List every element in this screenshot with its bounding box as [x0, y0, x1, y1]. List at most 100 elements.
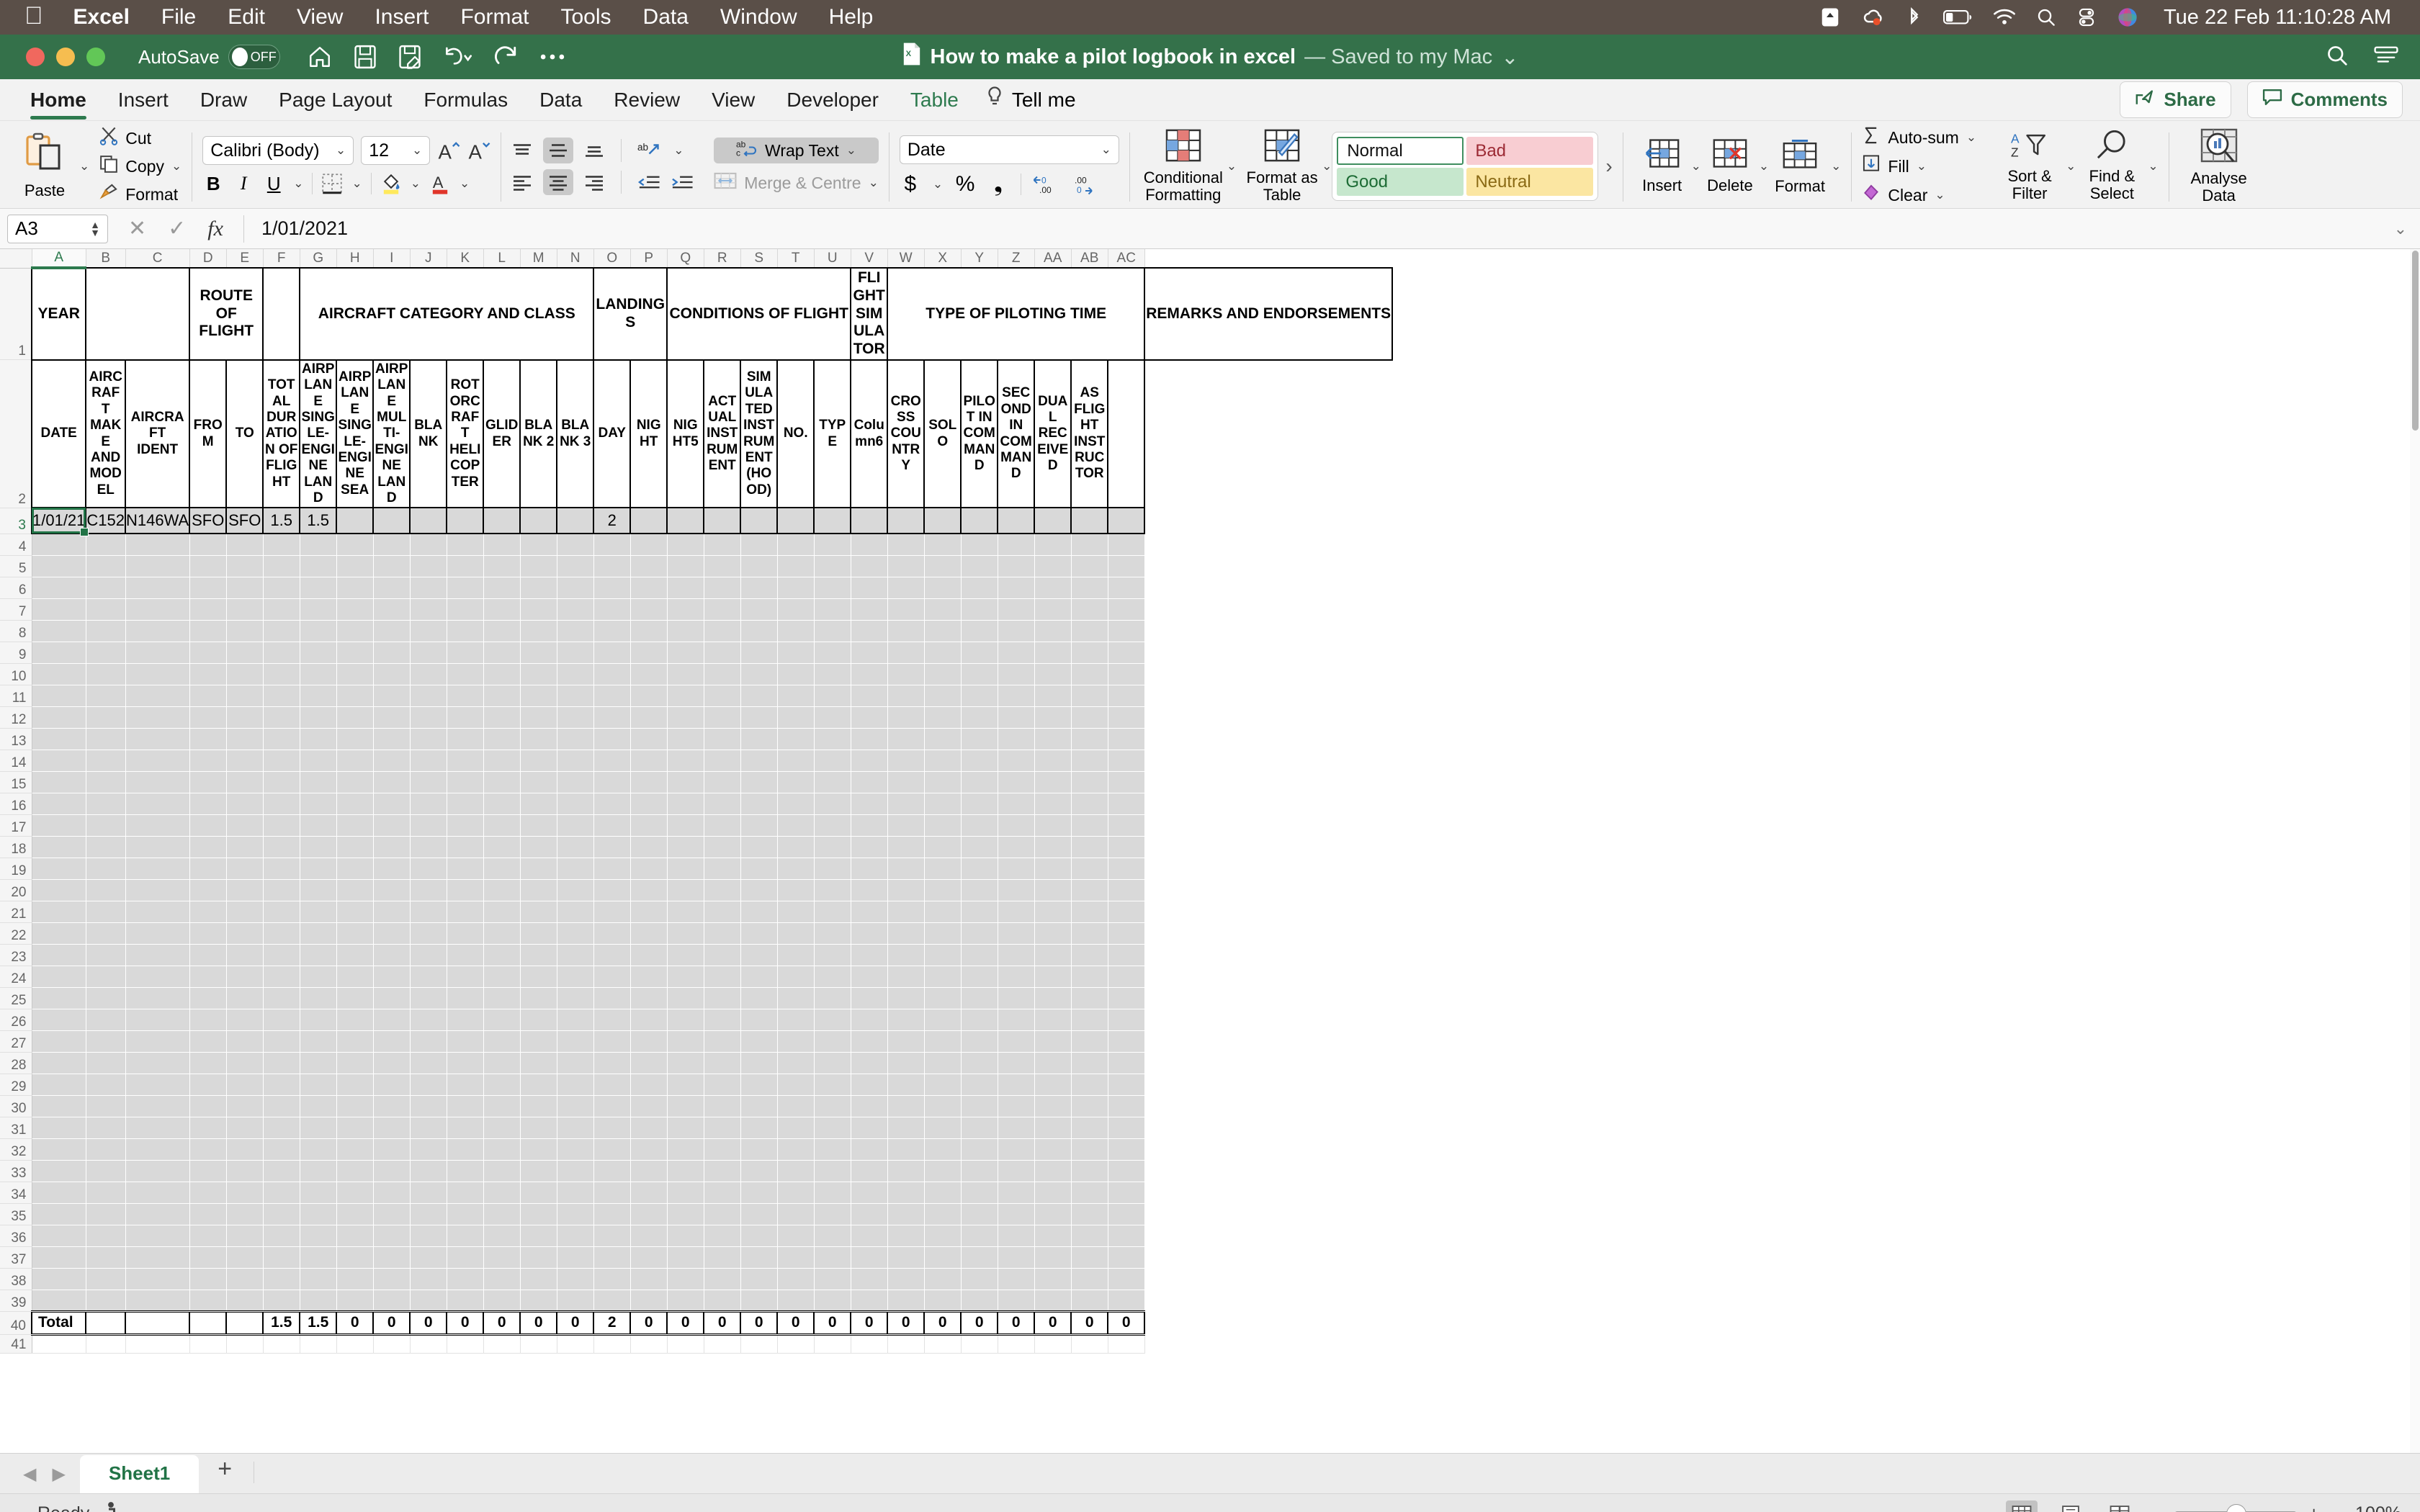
page-layout-icon[interactable]: [2055, 1500, 2087, 1512]
cell-r5-c1[interactable]: [86, 555, 126, 577]
cell-r37-c27[interactable]: [1071, 1246, 1108, 1269]
column-header-h[interactable]: H: [336, 249, 374, 269]
cell-r25-c9[interactable]: [410, 987, 447, 1009]
cell-r24-c21[interactable]: [851, 966, 888, 988]
cell-r32-c21[interactable]: [851, 1138, 888, 1161]
cell-r22-c27[interactable]: [1071, 922, 1108, 945]
column-title-5[interactable]: TOTAL DURATION OF FLIGHT: [262, 359, 301, 509]
cell-r33-c9[interactable]: [410, 1160, 447, 1182]
cell-r21-c20[interactable]: [814, 901, 851, 923]
cell-r41-c15[interactable]: [630, 1334, 668, 1354]
cell-r29-c10[interactable]: [447, 1074, 484, 1096]
header-band-4[interactable]: AIRCRAFT CATEGORY AND CLASS: [299, 267, 595, 361]
cell-r19-c15[interactable]: [630, 858, 668, 880]
cell-r38-c16[interactable]: [667, 1268, 704, 1290]
tab-home[interactable]: Home: [14, 79, 102, 121]
cell-r4-c12[interactable]: [520, 534, 557, 556]
cell-r5-c9[interactable]: [410, 555, 447, 577]
column-title-2[interactable]: AIRCRAFT IDENT: [124, 359, 191, 509]
cell-r33-c27[interactable]: [1071, 1160, 1108, 1182]
cell-r20-c27[interactable]: [1071, 879, 1108, 901]
cell-r27-c10[interactable]: [447, 1030, 484, 1053]
column-header-o[interactable]: O: [593, 249, 631, 269]
row-header-24[interactable]: 24: [0, 966, 32, 988]
cell-r4-c9[interactable]: [410, 534, 447, 556]
cell-r16-c21[interactable]: [851, 793, 888, 815]
cell-r3-c7[interactable]: [336, 507, 375, 535]
cell-r6-c6[interactable]: [300, 577, 337, 599]
cell-r24-c26[interactable]: [1034, 966, 1072, 988]
cell-r9-c9[interactable]: [410, 642, 447, 664]
cell-r36-c16[interactable]: [667, 1225, 704, 1247]
cell-r20-c10[interactable]: [447, 879, 484, 901]
cell-r3-c6[interactable]: 1.5: [299, 507, 338, 535]
cell-r15-c21[interactable]: [851, 771, 888, 793]
cell-r35-c19[interactable]: [777, 1203, 815, 1225]
cell-r24-c4[interactable]: [226, 966, 264, 988]
cell-r14-c15[interactable]: [630, 750, 668, 772]
cell-r37-c20[interactable]: [814, 1246, 851, 1269]
cell-r16-c1[interactable]: [86, 793, 126, 815]
cell-r13-c15[interactable]: [630, 728, 668, 750]
cell-r8-c4[interactable]: [226, 620, 264, 642]
cell-r18-c28[interactable]: [1108, 836, 1145, 858]
cell-r35-c11[interactable]: [483, 1203, 521, 1225]
cell-r20-c19[interactable]: [777, 879, 815, 901]
cell-r30-c2[interactable]: [125, 1095, 190, 1117]
cell-r8-c16[interactable]: [667, 620, 704, 642]
cell-r10-c22[interactable]: [887, 663, 925, 685]
cell-r5-c19[interactable]: [777, 555, 815, 577]
cell-r9-c17[interactable]: [704, 642, 741, 664]
cell-r15-c16[interactable]: [667, 771, 704, 793]
cell-r35-c18[interactable]: [740, 1203, 778, 1225]
cell-r41-c8[interactable]: [373, 1334, 411, 1354]
cell-r23-c18[interactable]: [740, 944, 778, 966]
cell-r35-c6[interactable]: [300, 1203, 337, 1225]
cell-r8-c22[interactable]: [887, 620, 925, 642]
cell-r15-c10[interactable]: [447, 771, 484, 793]
column-header-aa[interactable]: AA: [1034, 249, 1072, 269]
cell-r26-c19[interactable]: [777, 1009, 815, 1031]
total-cell-c21[interactable]: 0: [850, 1310, 889, 1336]
cell-r28-c3[interactable]: [189, 1052, 227, 1074]
cell-r15-c12[interactable]: [520, 771, 557, 793]
cell-r34-c28[interactable]: [1108, 1182, 1145, 1204]
cell-r7-c14[interactable]: [593, 598, 631, 621]
cell-r25-c24[interactable]: [961, 987, 998, 1009]
cell-r7-c5[interactable]: [263, 598, 300, 621]
cell-r18-c22[interactable]: [887, 836, 925, 858]
clear-chevron-down-icon[interactable]: ⌄: [1935, 188, 1945, 202]
cell-r36-c27[interactable]: [1071, 1225, 1108, 1247]
cell-r5-c14[interactable]: [593, 555, 631, 577]
cell-r24-c17[interactable]: [704, 966, 741, 988]
cell-r6-c22[interactable]: [887, 577, 925, 599]
comments-button[interactable]: Comments: [2246, 81, 2403, 118]
cell-r9-c25[interactable]: [998, 642, 1035, 664]
cell-r32-c6[interactable]: [300, 1138, 337, 1161]
cell-r6-c8[interactable]: [373, 577, 411, 599]
cell-r29-c12[interactable]: [520, 1074, 557, 1096]
column-header-y[interactable]: Y: [961, 249, 998, 269]
tab-data[interactable]: Data: [524, 79, 598, 121]
cell-r26-c7[interactable]: [336, 1009, 374, 1031]
cell-r26-c27[interactable]: [1071, 1009, 1108, 1031]
zoom-handle[interactable]: [2226, 1503, 2247, 1512]
cell-r4-c26[interactable]: [1034, 534, 1072, 556]
cell-r36-c7[interactable]: [336, 1225, 374, 1247]
cell-r11-c2[interactable]: [125, 685, 190, 707]
cell-r37-c4[interactable]: [226, 1246, 264, 1269]
cell-r37-c10[interactable]: [447, 1246, 484, 1269]
cell-r38-c13[interactable]: [557, 1268, 594, 1290]
column-title-21[interactable]: Column6: [850, 359, 889, 509]
cell-r31-c4[interactable]: [226, 1117, 264, 1139]
cell-r19-c10[interactable]: [447, 858, 484, 880]
cell-r21-c22[interactable]: [887, 901, 925, 923]
total-cell-c5[interactable]: 1.5: [262, 1310, 301, 1336]
cell-r29-c24[interactable]: [961, 1074, 998, 1096]
cell-r17-c14[interactable]: [593, 814, 631, 837]
cell-r30-c23[interactable]: [924, 1095, 962, 1117]
cell-r30-c12[interactable]: [520, 1095, 557, 1117]
cell-r19-c3[interactable]: [189, 858, 227, 880]
cell-r41-c4[interactable]: [226, 1334, 264, 1354]
cell-r12-c8[interactable]: [373, 706, 411, 729]
